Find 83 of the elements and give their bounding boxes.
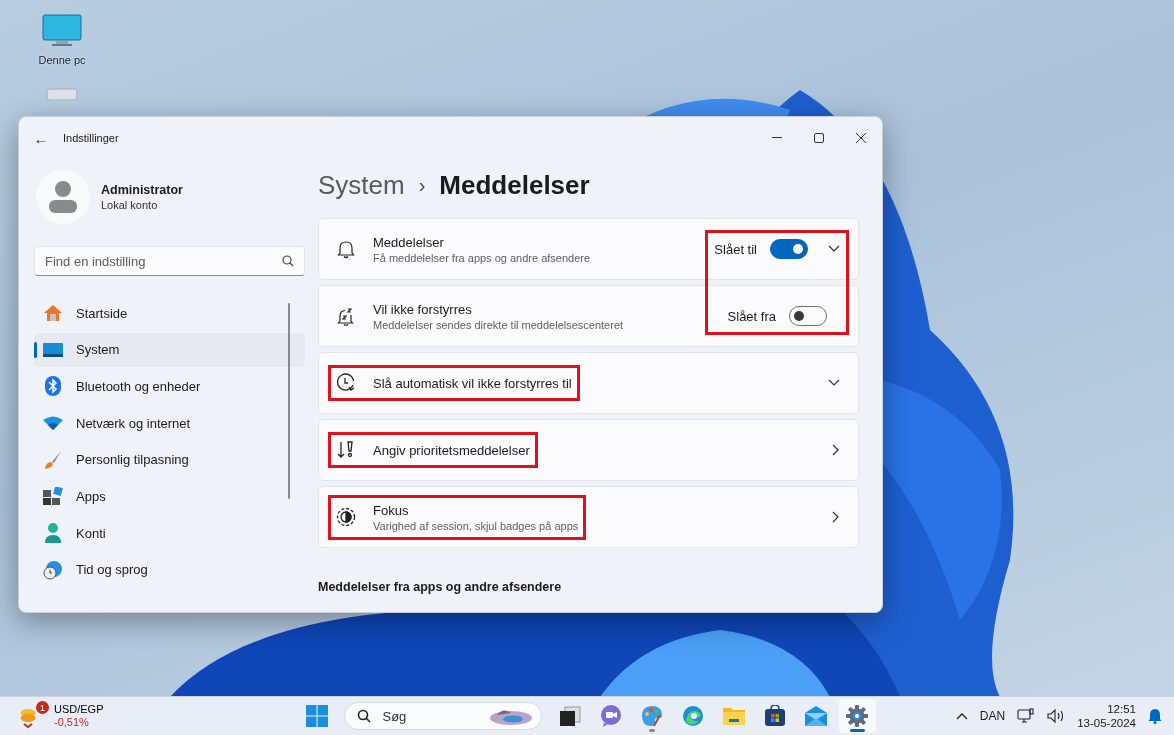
toggle-switch[interactable] (789, 306, 827, 326)
clock-date: 13-05-2024 (1077, 716, 1136, 730)
back-button[interactable]: ← (33, 129, 49, 147)
sidebar-item[interactable]: Personlig tilpasning (34, 442, 305, 477)
account-type: Lokal konto (101, 199, 159, 211)
sidebar-item[interactable]: Tid og sprog (34, 552, 305, 587)
setting-title: Meddelelser (373, 234, 445, 250)
breadcrumb-link[interactable]: System (318, 169, 405, 201)
settings-card[interactable]: Angiv prioritetsmeddelelser (318, 419, 859, 481)
settings-icon (846, 705, 868, 727)
toggle-switch[interactable] (770, 239, 808, 259)
paint-palette-icon (641, 705, 663, 727)
settings-card[interactable]: Vil ikke forstyrres Meddelelser sendes direkte til meddelelsescenteret Slået fra (318, 285, 859, 347)
mail-icon (805, 706, 827, 726)
priority-icon (336, 440, 356, 460)
section-heading: Meddelelser fra apps og andre afsendere (318, 580, 563, 594)
minimize-icon[interactable] (772, 137, 782, 139)
sidebar-item[interactable]: Startside (34, 296, 305, 330)
globe-clock-icon (43, 559, 63, 580)
close-icon[interactable] (856, 133, 866, 143)
language-indicator[interactable]: DAN (979, 709, 1006, 723)
taskbar-search[interactable]: Søg (343, 702, 542, 730)
page-title: Meddelelser (439, 169, 590, 201)
chevron-down-icon[interactable] (828, 379, 840, 387)
widget-title[interactable]: USD/EGP (54, 703, 104, 716)
sidebar-item[interactable]: Bluetooth og enheder (34, 369, 305, 404)
sidebar-item[interactable]: Konti (34, 516, 305, 551)
bell-snooze-icon (336, 306, 356, 326)
sidebar-item[interactable]: Netværk og internet (34, 406, 305, 441)
wifi-icon (43, 416, 63, 431)
setting-title: Vil ikke forstyrres (373, 301, 473, 317)
settings-card[interactable]: Slå automatisk vil ikke forstyrres til (318, 352, 859, 414)
focus-icon (336, 507, 356, 527)
scrollbar[interactable] (288, 303, 290, 499)
running-indicator (648, 729, 655, 732)
computer-icon (42, 14, 82, 48)
running-indicator (849, 729, 865, 732)
setting-description: Meddelelser sendes direkte til meddelelsescenteret (373, 318, 625, 331)
search-field[interactable]: Find en indstilling (34, 246, 305, 276)
toggle-label: Slået til (714, 241, 757, 257)
selection-indicator (34, 341, 37, 358)
desktop-icon-label[interactable]: Denne pc (38, 54, 86, 66)
bell-icon[interactable] (1148, 708, 1162, 724)
bluetooth-icon (45, 376, 61, 397)
toggle-label: Slået fra (727, 308, 776, 324)
clock-time: 12:51 (1107, 702, 1136, 716)
user-name: Administrator (101, 183, 183, 197)
search-icon (356, 709, 371, 723)
settings-card[interactable]: Meddelelser Få meddelelser fra apps og andre afsendere Slået til (318, 218, 859, 280)
chevron-right-icon[interactable] (832, 444, 840, 456)
setting-title: Fokus (373, 502, 410, 518)
settings-card[interactable]: Fokus Varighed af session, skjul badges på apps (318, 486, 859, 548)
breadcrumb-separator: › (418, 173, 426, 197)
video-chat-icon (600, 705, 622, 727)
store-icon (764, 705, 786, 727)
chevron-right-icon[interactable] (832, 511, 840, 523)
windows-logo-icon (306, 705, 328, 727)
chevron-up-icon[interactable] (955, 712, 968, 720)
network-icon[interactable] (1017, 708, 1036, 724)
person-icon (44, 523, 62, 544)
setting-title: Angiv prioritetsmeddelelser (373, 442, 531, 458)
sidebar-item[interactable]: System (34, 332, 305, 367)
apps-icon (43, 487, 63, 506)
window-title: Indstillinger (63, 132, 120, 144)
sidebar-item[interactable]: Apps (34, 479, 305, 514)
setting-title: Slå automatisk vil ikke forstyrres til (373, 375, 573, 391)
volume-icon[interactable] (1047, 709, 1066, 723)
notification-badge: 1 (36, 701, 49, 714)
widget-value: -0,51% (54, 716, 90, 729)
browser-icon (682, 705, 704, 727)
maximize-icon[interactable] (814, 133, 824, 143)
task-view-icon (559, 705, 581, 727)
home-icon (43, 303, 63, 323)
bell-icon (336, 239, 356, 259)
setting-description: Få meddelelser fra apps og andre afsendere (373, 251, 592, 264)
person-silhouette-icon (49, 181, 77, 213)
clock-icon (336, 373, 356, 393)
clock[interactable]: 12:51 13-05-2024 (1077, 702, 1136, 730)
folder-icon (723, 706, 745, 726)
chevron-down-icon[interactable] (828, 245, 840, 253)
setting-description: Varighed af session, skjul badges på apps (373, 519, 580, 532)
search-icon (282, 255, 294, 267)
monitor-icon (43, 341, 63, 358)
